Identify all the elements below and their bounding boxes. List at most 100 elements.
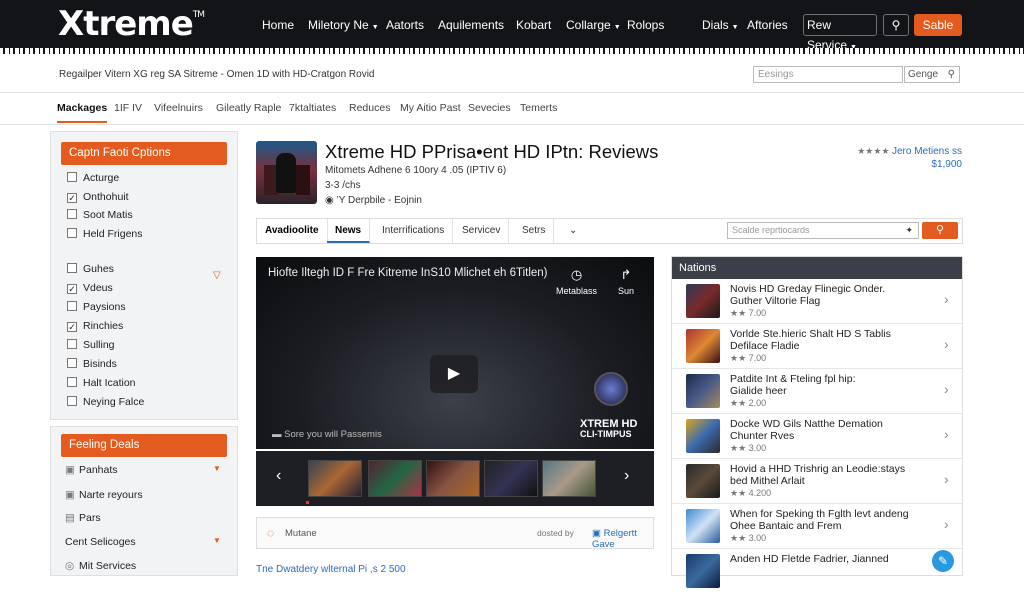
product-poster-image[interactable] xyxy=(256,141,317,204)
related-item[interactable]: When for Speking th Fglth levt andeng Oh… xyxy=(672,504,962,549)
thumbnail[interactable] xyxy=(426,460,480,497)
related-item[interactable]: Patdite Int & Fteling fpl hip: Gialide h… xyxy=(672,369,962,414)
active-tab-indicator xyxy=(57,121,107,123)
video-info-bar: ◌ Mutane dosted by ▣ Relgertt Gave xyxy=(256,517,654,550)
new-service-dropdown[interactable]: Rew Service▼ xyxy=(803,14,877,52)
related-item-rating: ★★ 7.00 xyxy=(730,353,767,363)
tab-interrifications[interactable]: Interrifications xyxy=(374,219,454,243)
related-item-subtitle: Ohee Bantaic and Frem xyxy=(730,520,842,532)
related-item-title: Vorlde Ste.hieric Shalt HD S Tablis xyxy=(730,328,891,340)
nav-home[interactable]: Home xyxy=(262,18,294,32)
tab-servicev[interactable]: Servicev xyxy=(454,219,510,243)
option-checkbox[interactable]: Sulling xyxy=(67,339,115,351)
subnav-item[interactable]: Gileatly Raple xyxy=(216,102,281,114)
deal-item[interactable]: ▣ Narte reyours xyxy=(65,489,143,501)
tab-search-button[interactable]: ⚲ xyxy=(922,222,958,239)
chevron-left-icon[interactable]: ‹ xyxy=(276,467,281,485)
option-checkbox[interactable]: Soot Matis xyxy=(67,209,133,221)
deals-panel: Feeling Deals ▣ Panhats ▼ ▣ Narte reyours ▤… xyxy=(50,426,238,576)
checkbox-empty-icon xyxy=(67,339,77,349)
related-item-rating: ★★ 7.00 xyxy=(730,308,767,318)
related-panel: Nations Novis HD Greday Flinegic Onder. … xyxy=(671,256,963,588)
triangle-down-icon[interactable]: ▽ xyxy=(213,270,221,281)
footer-link[interactable]: Tne Dwatdery wlternal Pi ,s 2 500 xyxy=(256,564,406,575)
subnav-item[interactable]: Temerts xyxy=(520,102,557,114)
subnav-item[interactable]: 1IF IV xyxy=(114,102,142,114)
search-submit-button[interactable]: Genge ⚲ xyxy=(904,66,960,83)
play-button[interactable]: ▶ xyxy=(430,355,478,393)
subnav-item[interactable]: Vifeelnuirs xyxy=(154,102,203,114)
related-item-title: Anden HD Fletde Fadrier, Jianned xyxy=(730,553,889,565)
thumbnail[interactable] xyxy=(368,460,422,497)
option-checkbox[interactable]: Acturge xyxy=(67,172,119,184)
tab-news[interactable]: News xyxy=(327,219,371,243)
chevron-down-icon: ▼ xyxy=(613,24,621,31)
related-item-rating: ★★ 4.200 xyxy=(730,488,772,498)
video-player[interactable]: Hiofte Iltegh ID F Fre Kitreme InS10 Mli… xyxy=(256,257,654,449)
search-input[interactable]: Eesings xyxy=(753,66,903,83)
share-button[interactable]: ↱ Sun xyxy=(618,267,634,296)
option-checkbox[interactable]: Neying Falce xyxy=(67,396,144,408)
option-checkbox[interactable]: Bisinds xyxy=(67,358,117,370)
thumbnail[interactable] xyxy=(542,460,596,497)
tab-avadioolite[interactable]: Avadioolite xyxy=(257,219,328,243)
nav-collarge[interactable]: Collarge ▼ xyxy=(566,18,621,32)
thumbnail[interactable] xyxy=(484,460,538,497)
page-title: Xtreme HD PPrisa•ent HD IPtn: Reviews xyxy=(325,141,659,162)
option-checkbox[interactable]: Held Frigens xyxy=(67,228,143,240)
deal-item[interactable]: ▤ Pars xyxy=(65,512,101,524)
search-button[interactable]: ⚲ xyxy=(883,14,909,36)
content-tabs: Avadioolite News Interrifications Servic… xyxy=(256,218,963,244)
option-checkbox[interactable]: ✓ Rinchies xyxy=(67,320,123,332)
subnav-item[interactable]: Sevecies xyxy=(468,102,511,114)
subnav-item[interactable]: My Aitio Past xyxy=(400,102,461,114)
thumbnail[interactable] xyxy=(308,460,362,497)
deal-item[interactable]: ◎ Mit Services xyxy=(65,560,136,572)
related-item[interactable]: Docke WD Gils Natthe Demation Chunter Rv… xyxy=(672,414,962,459)
doc-icon: ▤ xyxy=(65,512,75,524)
nav-dials[interactable]: Dials ▼ xyxy=(702,18,739,32)
star-icon: ◉ xyxy=(325,195,337,206)
deals-heading: Feeling Deals xyxy=(61,434,227,457)
related-item[interactable]: Vorlde Ste.hieric Shalt HD S Tablis Defi… xyxy=(672,324,962,369)
video-caption: ▬ Sore you will Passemis xyxy=(272,429,382,440)
nav-aquilements[interactable]: Aquilements xyxy=(438,18,504,32)
sale-button[interactable]: Sable xyxy=(914,14,962,36)
chevron-right-icon[interactable]: › xyxy=(624,467,629,485)
pin-icon: ✦ xyxy=(905,225,913,235)
tabs-more-chevron-icon[interactable]: ⌄ xyxy=(561,219,585,243)
tab-setrs[interactable]: Setrs xyxy=(514,219,555,243)
divider xyxy=(0,92,1024,93)
nav-aftories[interactable]: Aftories xyxy=(747,18,788,32)
option-checkbox[interactable]: Halt Ication xyxy=(67,377,136,389)
option-checkbox[interactable]: Guhes xyxy=(67,263,114,275)
poster-figure xyxy=(296,165,310,195)
deal-item[interactable]: Cent Selicoges ▼ xyxy=(65,536,221,548)
torn-edge-divider xyxy=(0,48,1024,54)
nav-kobart[interactable]: Kobart xyxy=(516,18,551,32)
option-checkbox[interactable]: ✓ Onthohuit xyxy=(67,191,129,203)
chevron-down-icon: ▼ xyxy=(213,536,221,545)
author-link[interactable]: ▣ Relgertt Gave xyxy=(592,528,653,550)
site-logo[interactable]: XtremeTM xyxy=(58,4,205,44)
checkbox-empty-icon xyxy=(67,209,77,219)
option-checkbox[interactable]: ✓ Vdeus xyxy=(67,282,113,294)
edit-fab-button[interactable]: ✎ xyxy=(932,550,954,572)
options-panel: Captn Faoti Cptions Acturge ✓ Onthohuit S… xyxy=(50,131,238,420)
related-item[interactable]: Hovid a HHD Trishrig an Leodie:stays bed… xyxy=(672,459,962,504)
option-checkbox[interactable]: Paysions xyxy=(67,301,126,313)
product-meta-link[interactable]: ◉ ’Y Derpbile - Eojnin xyxy=(325,195,422,206)
subnav-item[interactable]: Reduces xyxy=(349,102,390,114)
related-item-subtitle: Defilace Fladie xyxy=(730,340,800,352)
subnav-item[interactable]: 7ktaltiates xyxy=(289,102,336,114)
related-item[interactable]: Novis HD Greday Flinegic Onder. Guther V… xyxy=(672,279,962,324)
watch-later-button[interactable]: ◷ Metablass xyxy=(556,267,597,296)
product-meta: 3-3 /chs xyxy=(325,180,361,191)
nav-miletory[interactable]: Miletory Ne ▼ xyxy=(308,18,379,32)
subnav-mackages[interactable]: Mackages xyxy=(57,102,107,114)
search-icon: ⚲ xyxy=(891,18,901,32)
nav-aatorts[interactable]: Aatorts xyxy=(386,18,424,32)
tab-search-input[interactable]: Scalde reprtiocards ✦ xyxy=(727,222,919,239)
nav-rolops[interactable]: Rolops xyxy=(627,18,664,32)
deal-item[interactable]: ▣ Panhats ▼ xyxy=(65,464,221,476)
